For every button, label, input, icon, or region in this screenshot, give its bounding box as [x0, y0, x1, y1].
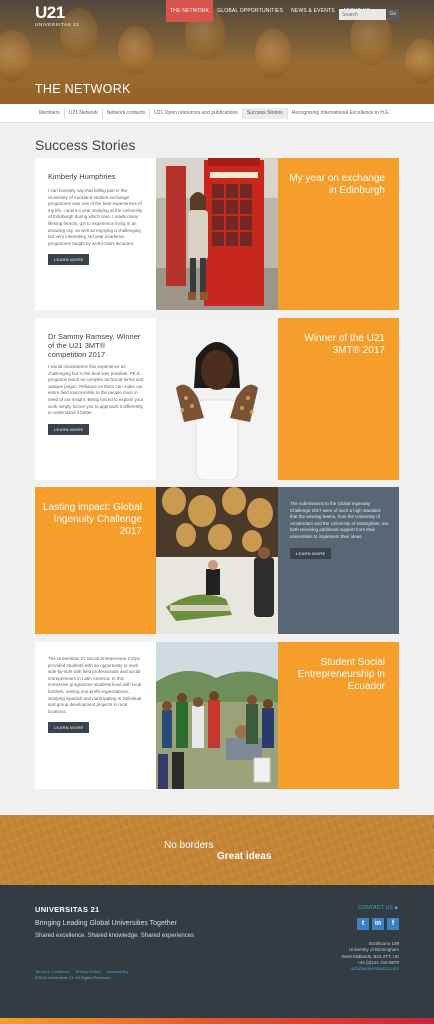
- story-body: I would characterize this experience as …: [48, 364, 144, 416]
- facebook-icon[interactable]: f: [387, 918, 399, 930]
- footer-subtagline: Shared excellence. Shared knowledge. Sha…: [35, 933, 195, 939]
- story-body: The submissions to the Global Ingenuity …: [290, 501, 389, 539]
- subnav-u21-network[interactable]: U21 Network: [65, 108, 103, 119]
- section-subnav: Members U21 Network Network contacts U21…: [0, 104, 434, 123]
- story-card-3: Lasting impact: Global Ingenuity Challen…: [35, 487, 399, 634]
- slogan-banner: No borders Great ideas: [0, 815, 434, 885]
- logo-text: U21: [35, 3, 65, 22]
- story-headline[interactable]: Student Social Entrepreneurship in Ecuad…: [285, 657, 385, 693]
- accessibility-link[interactable]: Accessibility: [107, 969, 129, 974]
- learn-more-button[interactable]: LEARN MORE: [48, 423, 90, 435]
- privacy-link[interactable]: Privacy Policy: [76, 969, 101, 974]
- nav-global-opportunities[interactable]: GLOBAL OPPORTUNITIES: [213, 0, 287, 22]
- address-line: West Midlands, B15 2TT, UK: [341, 953, 399, 959]
- email-link[interactable]: u21@universitas21.com: [342, 966, 399, 972]
- bottom-color-strip: [0, 1018, 434, 1024]
- story-body: The Universitas 21 Social Entrepreneur C…: [48, 656, 142, 714]
- story-photo-bees: [156, 318, 278, 480]
- address-line: University of Birmingham: [348, 947, 399, 953]
- footer-tagline: Bringing Leading Global Universities Tog…: [35, 920, 177, 927]
- search-input[interactable]: [339, 9, 386, 20]
- story-body: I can honestly say that falling part in …: [48, 188, 143, 246]
- story-name: Kimberly Humphries: [48, 172, 116, 181]
- story-photo-ecuador: [156, 642, 278, 789]
- footer-links: Terms & Conditions Privacy Policy Access…: [35, 969, 128, 974]
- subnav-members[interactable]: Members: [35, 108, 65, 119]
- search-go-button[interactable]: Go: [387, 9, 399, 20]
- hero-banner: U21 UNIVERSITAS 21 THE NETWORK GLOBAL OP…: [0, 0, 434, 104]
- banner-line-2: Great ideas: [217, 851, 272, 862]
- logo-subtext: UNIVERSITAS 21: [35, 22, 80, 27]
- social-links: t in f: [357, 918, 399, 930]
- story-card-2: Dr Sammy Ramsey, Winner of the U21 3MT® …: [35, 318, 399, 480]
- page-title: Success Stories: [35, 137, 136, 153]
- subnav-network-contacts[interactable]: Network contacts: [103, 108, 151, 119]
- story-card-4: The Universitas 21 Social Entrepreneur C…: [35, 642, 399, 789]
- twitter-icon[interactable]: t: [357, 918, 369, 930]
- story-name: Dr Sammy Ramsey, Winner of the U21 3MT® …: [48, 332, 141, 359]
- u21-logo[interactable]: U21 UNIVERSITAS 21: [35, 3, 80, 28]
- story-headline[interactable]: Winner of the U21 3MT® 2017: [285, 333, 385, 357]
- terms-link[interactable]: Terms & Conditions: [35, 969, 70, 974]
- footer-title: UNIVERSITAS 21: [35, 905, 100, 914]
- linkedin-icon[interactable]: in: [372, 918, 384, 930]
- banner-line-1: No borders: [164, 840, 214, 851]
- footer-address: Strathcona 109 University of Birmingham …: [342, 941, 399, 972]
- learn-more-button[interactable]: LEARN MORE: [290, 547, 332, 559]
- copyright: ©2018 Universitas 21. All Rights Reserve…: [35, 975, 111, 980]
- hero-title: THE NETWORK: [35, 82, 131, 96]
- subnav-open-resources[interactable]: U21 Open resources and publications: [150, 108, 243, 119]
- story-photo-lamps: [156, 487, 278, 634]
- learn-more-button[interactable]: LEARN MORE: [48, 254, 90, 266]
- subnav-success-stories[interactable]: Success Stories: [242, 108, 288, 119]
- nav-news-events[interactable]: NEWS & EVENTS: [287, 0, 339, 22]
- learn-more-button[interactable]: LEARN MORE: [48, 722, 90, 734]
- contact-us-link[interactable]: CONTACT US ▶: [358, 905, 399, 911]
- nav-the-network[interactable]: THE NETWORK: [166, 0, 214, 22]
- site-footer: UNIVERSITAS 21 Bringing Leading Global U…: [0, 885, 434, 1018]
- story-card-1: Kimberly Humphries I can honestly say th…: [35, 158, 399, 310]
- story-photo-phonebox: [156, 158, 278, 310]
- story-headline[interactable]: Lasting impact: Global Ingenuity Challen…: [42, 502, 142, 538]
- subnav-recognising-excellence[interactable]: Recognising International Excellence in …: [288, 108, 394, 119]
- story-headline[interactable]: My year on exchange in Edinburgh: [285, 173, 385, 197]
